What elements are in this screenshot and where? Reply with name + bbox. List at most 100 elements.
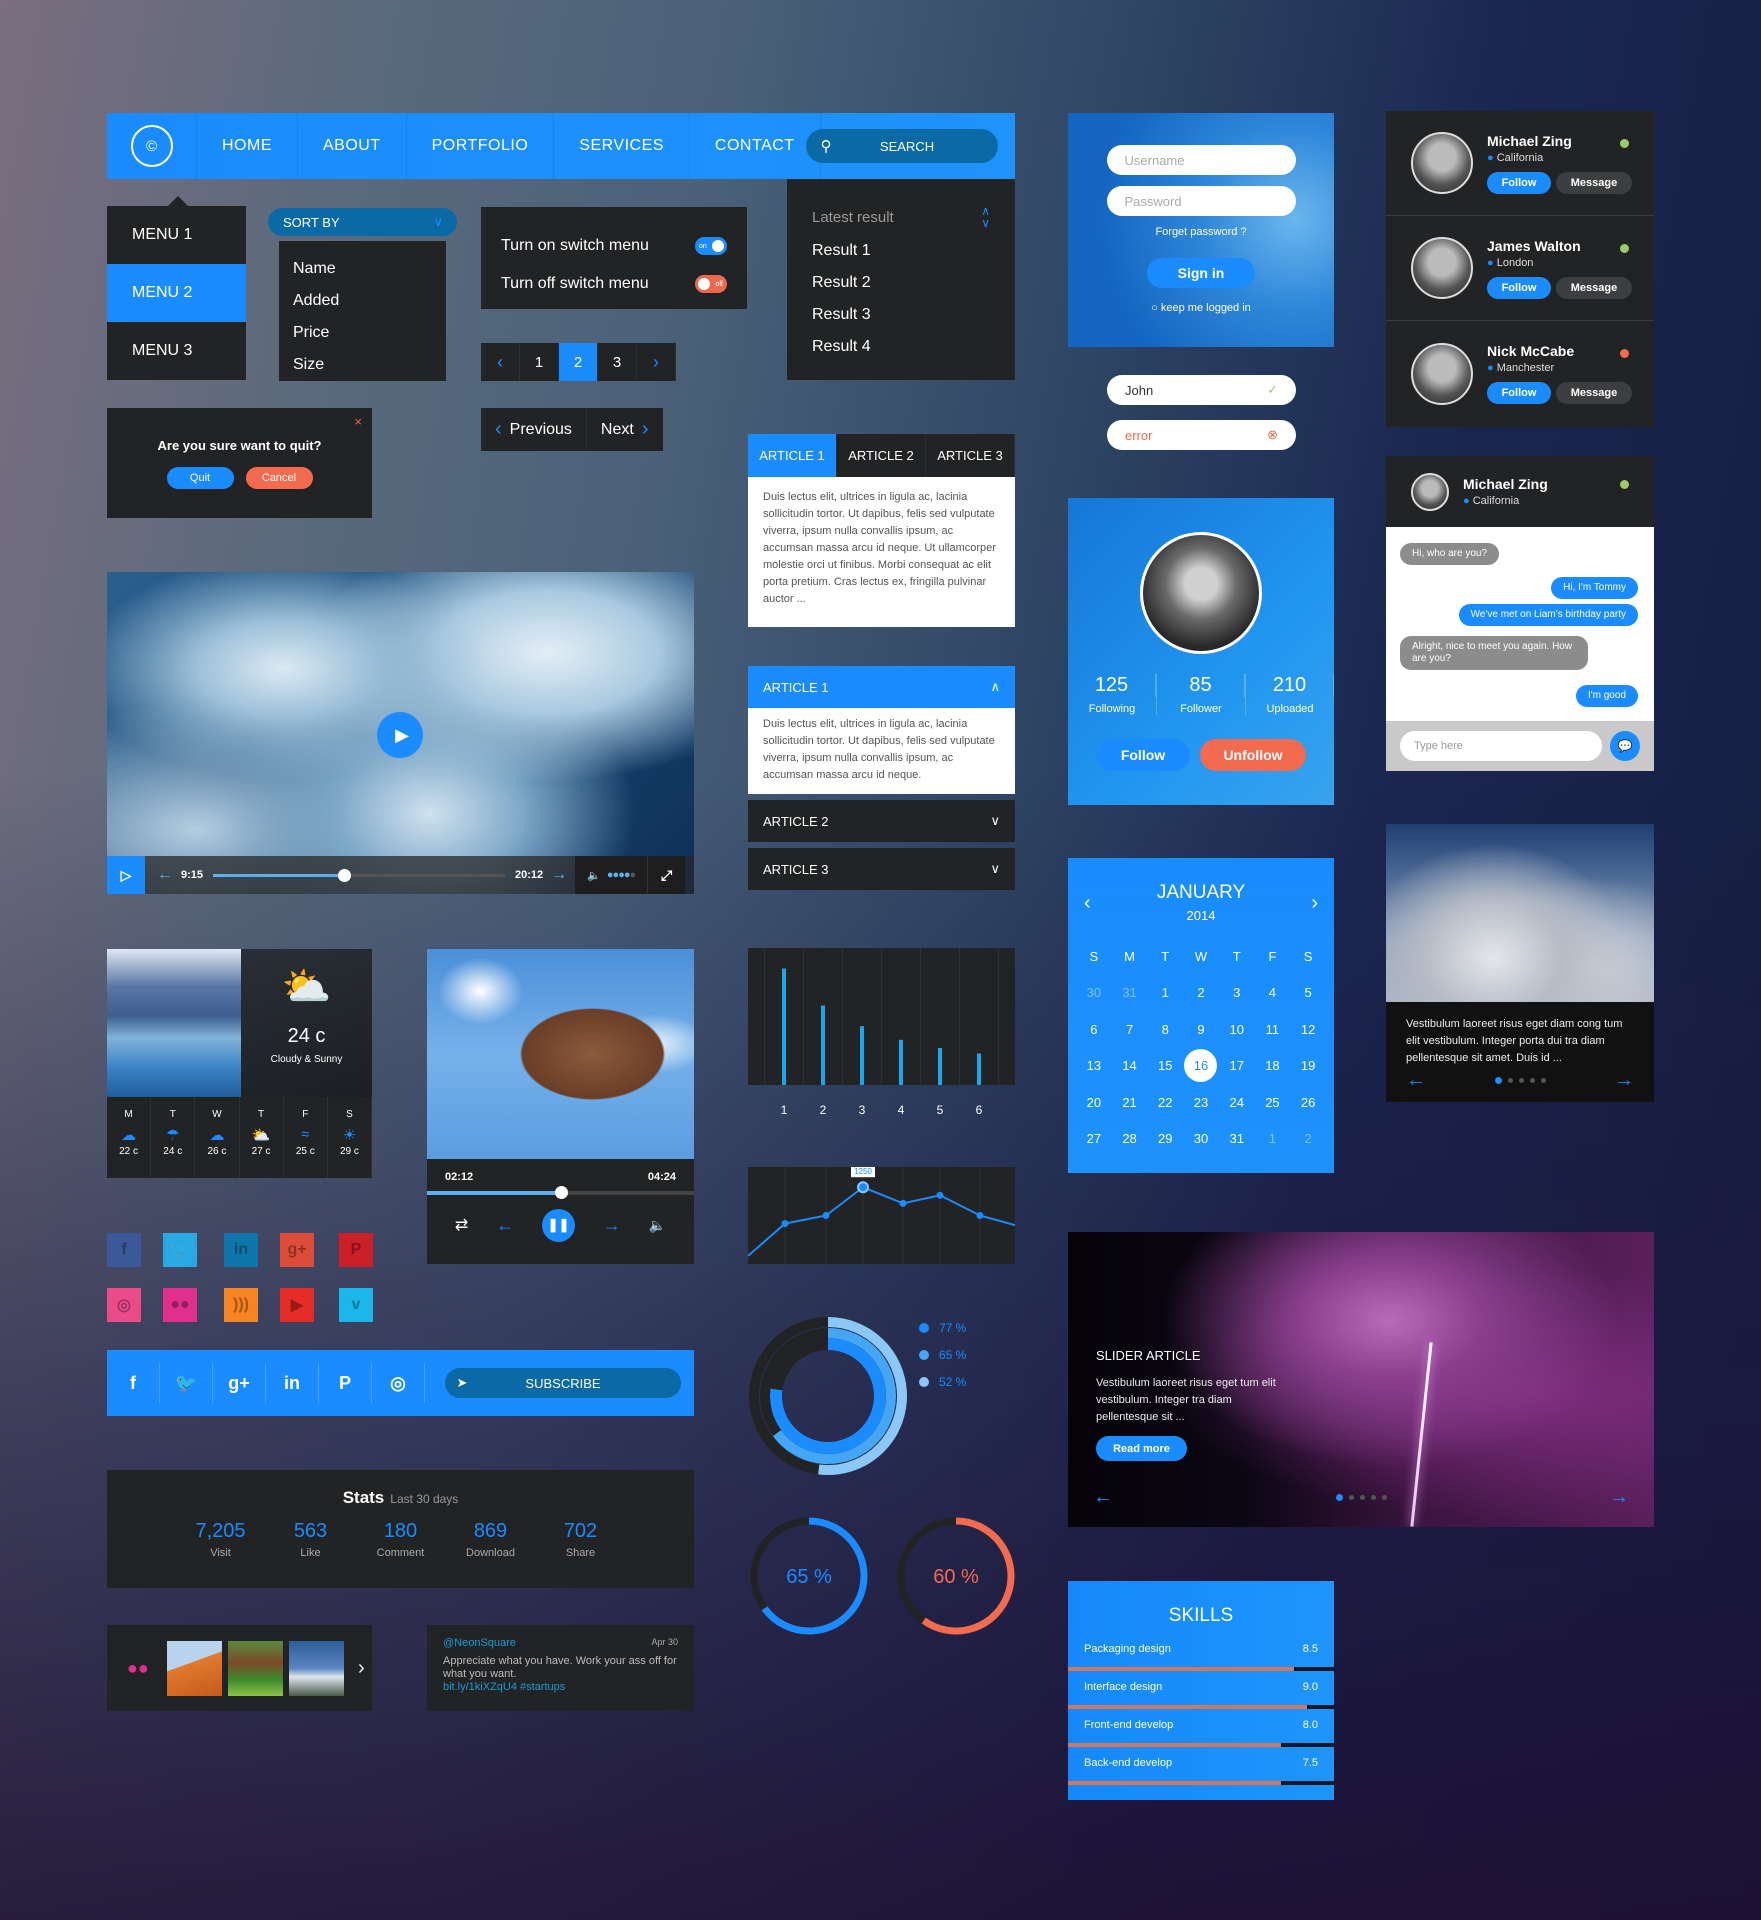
chevron-right-icon[interactable]: › <box>637 343 676 381</box>
calendar-day[interactable]: 9 <box>1183 1011 1219 1048</box>
calendar-day[interactable]: 22 <box>1147 1084 1183 1121</box>
forgot-password-link[interactable]: Forget password ? <box>1068 226 1334 238</box>
slider-dot[interactable] <box>1507 1078 1513 1083</box>
calendar-day[interactable]: 24 <box>1219 1084 1255 1121</box>
calendar-day[interactable]: 30 <box>1076 975 1112 1012</box>
sign-in-button[interactable]: Sign in <box>1147 258 1255 288</box>
slider-dot[interactable] <box>1370 1495 1376 1500</box>
rss-icon[interactable]: ))) <box>224 1288 258 1322</box>
keep-logged-in-radio[interactable]: ○ keep me logged in <box>1068 302 1334 314</box>
video-seek-knob[interactable] <box>338 868 352 882</box>
accordion-header-3[interactable]: ARTICLE 3 ∨ <box>748 848 1015 890</box>
follow-button[interactable]: Follow <box>1487 382 1551 404</box>
sort-option[interactable]: Name <box>293 253 432 285</box>
nav-contact[interactable]: CONTACT <box>690 113 821 179</box>
calendar-day[interactable]: 6 <box>1076 1011 1112 1048</box>
sort-by-select[interactable]: SORT BY ∨ <box>268 208 457 236</box>
linkedin-icon[interactable]: in <box>224 1233 258 1267</box>
flickr-icon[interactable]: ●● <box>163 1288 197 1322</box>
slider-dot[interactable] <box>1540 1078 1546 1083</box>
chevron-right-icon[interactable]: › <box>358 1657 365 1680</box>
slider-dot[interactable] <box>1494 1077 1502 1084</box>
calendar-day[interactable]: 14 <box>1112 1048 1148 1085</box>
message-button[interactable]: Message <box>1556 276 1632 299</box>
calendar-day[interactable]: 2 <box>1290 1121 1326 1158</box>
calendar-day[interactable]: 28 <box>1112 1121 1148 1158</box>
slider-dot[interactable] <box>1359 1495 1365 1500</box>
username-field[interactable]: Username <box>1106 145 1296 175</box>
previous-button[interactable]: ‹ Previous <box>481 408 587 451</box>
pause-button[interactable]: ❚❚ <box>541 1208 575 1242</box>
arrow-left-icon[interactable]: ← <box>157 866 173 884</box>
arrow-left-icon[interactable]: ← <box>1406 1069 1426 1092</box>
calendar-day[interactable]: 26 <box>1290 1084 1326 1121</box>
result-item[interactable]: Result 4 <box>812 331 990 363</box>
read-more-button[interactable]: Read more <box>1096 1436 1187 1461</box>
calendar-day[interactable]: 21 <box>1112 1084 1148 1121</box>
photo-thumbnail[interactable] <box>167 1640 222 1696</box>
google-plus-icon[interactable]: g+ <box>213 1363 266 1403</box>
slider-dot[interactable] <box>1529 1078 1535 1083</box>
nav-about[interactable]: ABOUT <box>298 113 407 179</box>
message-button[interactable]: Message <box>1556 171 1632 194</box>
calendar-day[interactable]: 7 <box>1112 1011 1148 1048</box>
chat-input[interactable]: Type here <box>1400 731 1602 761</box>
tweet-link[interactable]: bit.ly/1kiXZqU4 #startups <box>443 1681 678 1694</box>
follow-button[interactable]: Follow <box>1487 171 1551 194</box>
error-field[interactable]: error ⊗ <box>1107 420 1296 450</box>
arrow-left-icon[interactable]: ← <box>1093 1486 1113 1509</box>
calendar-day[interactable]: 27 <box>1076 1121 1112 1158</box>
arrow-right-icon[interactable]: → <box>551 866 567 884</box>
data-point[interactable] <box>822 1212 830 1219</box>
toggle-off[interactable]: off <box>695 275 727 293</box>
calendar-day[interactable]: 8 <box>1147 1011 1183 1048</box>
calendar-day[interactable]: 31 <box>1112 975 1148 1012</box>
accordion-header-1[interactable]: ARTICLE 1 ∧ <box>748 666 1015 708</box>
previous-track-icon[interactable]: ← <box>496 1215 514 1236</box>
tweet-user[interactable]: @NeonSquare <box>443 1637 516 1649</box>
sort-option[interactable]: Added <box>293 285 432 317</box>
shuffle-icon[interactable]: ⇄ <box>455 1215 468 1235</box>
up-down-chevron-icon[interactable]: ∧ ∨ <box>981 205 990 229</box>
data-point[interactable] <box>976 1212 984 1219</box>
sort-option[interactable]: Size <box>293 349 432 381</box>
calendar-day[interactable]: 12 <box>1290 1011 1326 1048</box>
logo[interactable]: © <box>107 113 197 179</box>
tab-article-2[interactable]: ARTICLE 2 <box>837 434 926 477</box>
menu-item-2[interactable]: MENU 2 <box>107 264 246 322</box>
pinterest-icon[interactable]: P <box>319 1363 372 1403</box>
follow-button[interactable]: Follow <box>1096 739 1190 771</box>
close-icon[interactable]: × <box>354 414 362 429</box>
sort-option[interactable]: Price <box>293 317 432 349</box>
slider-dot[interactable] <box>1518 1078 1524 1083</box>
data-point[interactable] <box>936 1191 944 1199</box>
calendar-day[interactable]: 1 <box>1255 1121 1291 1158</box>
calendar-day[interactable]: 30 <box>1183 1121 1219 1158</box>
toggle-on[interactable]: on <box>695 237 727 255</box>
volume-control[interactable]: 🔈 ●●●●● <box>575 856 648 894</box>
accordion-header-2[interactable]: ARTICLE 2 ∨ <box>748 800 1015 842</box>
calendar-day-selected[interactable]: 16 <box>1183 1048 1219 1085</box>
play-button[interactable]: ▶ <box>377 712 423 758</box>
calendar-day[interactable]: 18 <box>1255 1048 1291 1085</box>
calendar-day[interactable]: 29 <box>1147 1121 1183 1158</box>
dribbble-icon[interactable]: ◎ <box>372 1363 425 1403</box>
facebook-icon[interactable]: f <box>107 1363 160 1403</box>
slider-dot[interactable] <box>1348 1495 1354 1500</box>
calendar-day[interactable]: 20 <box>1076 1084 1112 1121</box>
chevron-left-icon[interactable]: ‹ <box>481 343 520 381</box>
page-2[interactable]: 2 <box>559 343 598 381</box>
calendar-day[interactable]: 25 <box>1255 1084 1291 1121</box>
arrow-right-icon[interactable]: → <box>1614 1069 1634 1092</box>
dribbble-icon[interactable]: ◎ <box>107 1288 141 1322</box>
fullscreen-icon[interactable]: ⤢ <box>647 856 686 894</box>
message-button[interactable]: Message <box>1556 382 1632 404</box>
send-chat-icon[interactable]: 💬 <box>1610 731 1640 761</box>
youtube-icon[interactable]: ▶ <box>280 1288 314 1322</box>
calendar-day[interactable]: 19 <box>1290 1048 1326 1085</box>
nav-services[interactable]: SERVICES <box>554 113 690 179</box>
data-point[interactable] <box>899 1199 907 1207</box>
page-3[interactable]: 3 <box>598 343 637 381</box>
nav-home[interactable]: HOME <box>197 113 298 179</box>
calendar-day[interactable]: 10 <box>1219 1011 1255 1048</box>
